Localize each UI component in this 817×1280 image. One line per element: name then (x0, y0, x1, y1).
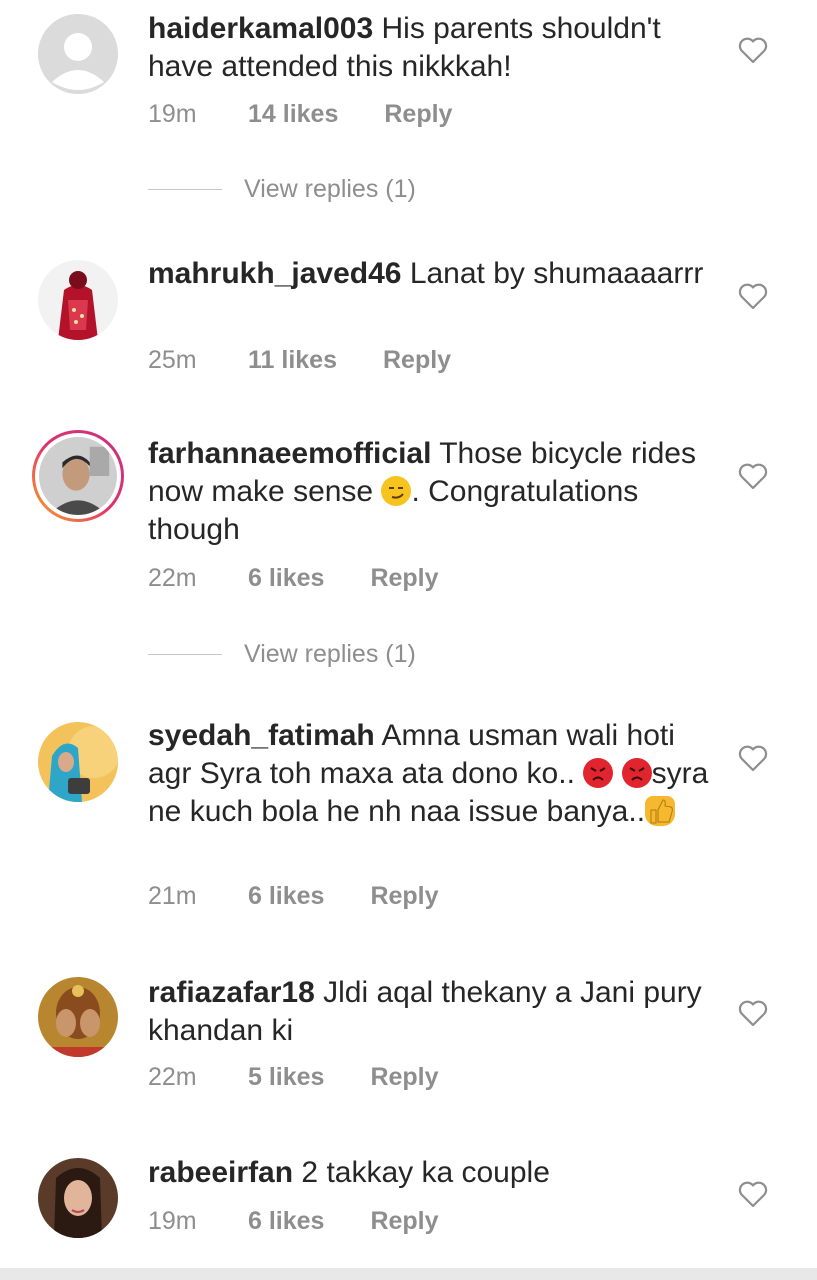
comment-text: syedah_fatimah Amna usman wali hoti agr … (148, 717, 718, 831)
reply-button[interactable]: Reply (383, 346, 451, 375)
avatar[interactable] (38, 977, 118, 1057)
reply-button[interactable]: Reply (384, 100, 452, 129)
woman-hijab-photo (38, 722, 118, 802)
comment-time: 22m (148, 1063, 197, 1091)
thumbs-up-emoji (645, 796, 676, 826)
comment-likes[interactable]: 6 likes (248, 1207, 324, 1236)
comment-likes[interactable]: 14 likes (248, 100, 338, 129)
comment-text: farhannaeemofficial Those bicycle rides … (148, 435, 718, 549)
comment-username[interactable]: mahrukh_javed46 (148, 257, 401, 290)
comment-likes[interactable]: 6 likes (248, 564, 324, 593)
man-portrait-photo (39, 437, 117, 515)
comment-text: haiderkamal003 His parents shouldn't hav… (148, 10, 718, 86)
comment-body: Lanat by shumaaaarrr (409, 257, 704, 290)
comment-username[interactable]: syedah_fatimah (148, 719, 375, 752)
avatar[interactable] (38, 14, 118, 94)
heart-outline-icon[interactable] (738, 744, 768, 772)
comment-username[interactable]: rabeeirfan (148, 1156, 293, 1189)
view-replies-label[interactable]: View replies (1) (244, 640, 416, 669)
comment-time: 22m (148, 564, 197, 592)
avatar[interactable] (32, 430, 124, 522)
divider-line (148, 654, 222, 655)
comment-time: 25m (148, 346, 197, 374)
heart-outline-icon[interactable] (738, 999, 768, 1027)
avatar[interactable] (38, 722, 118, 802)
comment-meta: 22m 5 likes Reply (148, 1063, 439, 1092)
divider-line (148, 189, 222, 190)
view-replies-button[interactable]: View replies (1) (148, 640, 416, 669)
view-replies-button[interactable]: View replies (1) (148, 175, 416, 204)
heart-outline-icon[interactable] (738, 36, 768, 64)
red-dress-photo (38, 260, 118, 340)
comment-meta: 19m 14 likes Reply (148, 100, 452, 129)
comment-username[interactable]: farhannaeemofficial (148, 437, 431, 470)
comment-time: 19m (148, 100, 197, 128)
bottom-edge (0, 1268, 817, 1280)
comment-meta: 22m 6 likes Reply (148, 564, 439, 593)
heart-outline-icon[interactable] (738, 1180, 768, 1208)
angry-face-emoji (621, 758, 652, 788)
view-replies-label[interactable]: View replies (1) (244, 175, 416, 204)
comment-likes[interactable]: 5 likes (248, 1063, 324, 1092)
angry-face-emoji (583, 758, 614, 788)
comment-username[interactable]: rafiazafar18 (148, 976, 315, 1009)
comment-meta: 21m 6 likes Reply (148, 882, 439, 911)
comment-username[interactable]: haiderkamal003 (148, 12, 373, 45)
reply-button[interactable]: Reply (370, 1063, 438, 1092)
bride-hands-photo (38, 977, 118, 1057)
comment-likes[interactable]: 6 likes (248, 882, 324, 911)
heart-outline-icon[interactable] (738, 462, 768, 490)
woman-portrait-photo (38, 1158, 118, 1238)
reply-button[interactable]: Reply (370, 564, 438, 593)
avatar[interactable] (38, 260, 118, 340)
reply-button[interactable]: Reply (370, 1207, 438, 1236)
comment-text: rafiazafar18 Jldi aqal thekany a Jani pu… (148, 974, 718, 1050)
reply-button[interactable]: Reply (370, 882, 438, 911)
heart-outline-icon[interactable] (738, 282, 768, 310)
comment-time: 21m (148, 882, 197, 910)
comment-meta: 19m 6 likes Reply (148, 1207, 439, 1236)
avatar[interactable] (38, 1158, 118, 1238)
comment-body: 2 takkay ka couple (301, 1156, 550, 1189)
default-avatar-icon (38, 14, 118, 94)
comment-meta: 25m 11 likes Reply (148, 346, 451, 375)
comment-text: mahrukh_javed46 Lanat by shumaaaarrr (148, 255, 718, 293)
comment-text: rabeeirfan 2 takkay ka couple (148, 1154, 718, 1192)
smirk-emoji (381, 476, 412, 506)
comment-time: 19m (148, 1207, 197, 1235)
comment-likes[interactable]: 11 likes (248, 346, 337, 375)
